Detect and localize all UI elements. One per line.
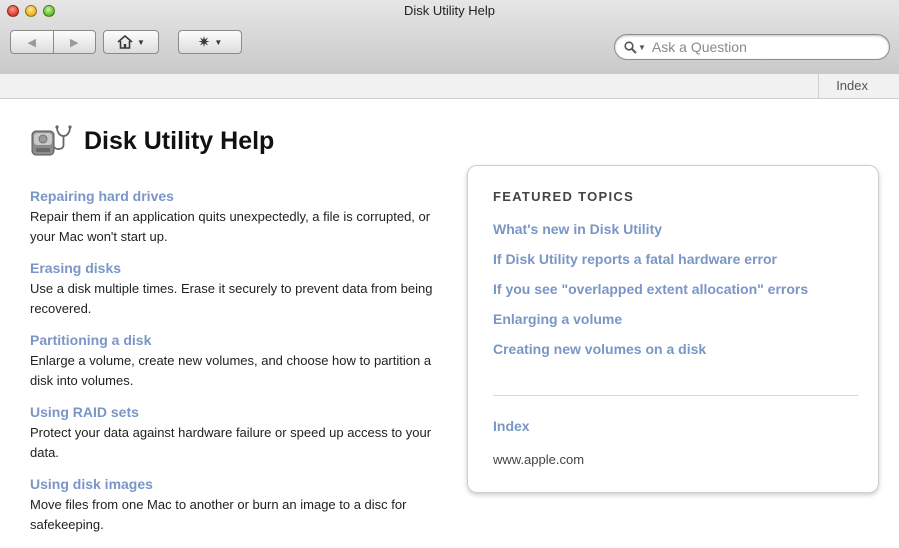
list-item: Repairing hard drives Repair them if an … <box>30 188 455 247</box>
featured-link-creating-volumes[interactable]: Creating new volumes on a disk <box>493 340 863 359</box>
featured-index-link[interactable]: Index <box>493 418 530 434</box>
search-options-icon[interactable]: ▼ <box>638 43 646 52</box>
search-input[interactable] <box>651 39 872 55</box>
home-icon <box>117 35 133 49</box>
topic-link-disk-images[interactable]: Using disk images <box>30 476 455 492</box>
window-toolbar: Disk Utility Help ◀ ▶ ▼ ✷ ▼ ▼ <box>0 0 899 75</box>
index-bar: Index <box>0 74 899 99</box>
home-menu-button[interactable]: ▼ <box>103 30 159 54</box>
list-item: Partitioning a disk Enlarge a volume, cr… <box>30 332 455 391</box>
featured-topics-heading: FEATURED TOPICS <box>493 189 635 204</box>
divider <box>493 395 858 396</box>
back-forward-control: ◀ ▶ <box>10 30 96 54</box>
topic-description: Enlarge a volume, create new volumes, an… <box>30 353 432 388</box>
featured-link-fatal-error[interactable]: If Disk Utility reports a fatal hardware… <box>493 250 863 269</box>
forward-button[interactable]: ▶ <box>54 31 96 53</box>
chevron-down-icon: ▼ <box>137 37 145 47</box>
page-header: Disk Utility Help <box>30 123 274 159</box>
topic-link-repairing[interactable]: Repairing hard drives <box>30 188 455 204</box>
topic-link-erasing[interactable]: Erasing disks <box>30 260 455 276</box>
topic-link-partitioning[interactable]: Partitioning a disk <box>30 332 455 348</box>
search-field[interactable]: ▼ <box>614 34 890 60</box>
back-button[interactable]: ◀ <box>11 31 54 53</box>
list-item: Erasing disks Use a disk multiple times.… <box>30 260 455 319</box>
forward-arrow-icon: ▶ <box>70 36 79 49</box>
featured-link-enlarging-volume[interactable]: Enlarging a volume <box>493 310 863 329</box>
chevron-down-icon: ▼ <box>214 37 223 47</box>
topic-description: Protect your data against hardware failu… <box>30 425 432 460</box>
apple-site-link[interactable]: www.apple.com <box>493 452 584 467</box>
back-arrow-icon: ◀ <box>27 36 36 49</box>
list-item: Using disk images Move files from one Ma… <box>30 476 455 535</box>
topic-description: Move files from one Mac to another or bu… <box>30 497 407 532</box>
topic-description: Repair them if an application quits unex… <box>30 209 431 244</box>
topic-description: Use a disk multiple times. Erase it secu… <box>30 281 433 316</box>
topics-list: Repairing hard drives Repair them if an … <box>30 188 455 548</box>
page-title: Disk Utility Help <box>84 126 275 155</box>
window-title: Disk Utility Help <box>403 3 495 18</box>
topic-link-raid[interactable]: Using RAID sets <box>30 404 455 420</box>
gear-icon: ✷ <box>197 33 211 51</box>
featured-link-overlapped-extent[interactable]: If you see "overlapped extent allocation… <box>493 280 863 299</box>
index-link[interactable]: Index <box>836 78 868 93</box>
featured-topics-panel: FEATURED TOPICS What's new in Disk Utili… <box>467 165 879 493</box>
index-bar-divider <box>818 74 819 98</box>
featured-links-list: What's new in Disk Utility If Disk Utili… <box>493 220 863 370</box>
featured-link-whats-new[interactable]: What's new in Disk Utility <box>493 220 863 239</box>
search-icon <box>624 40 637 54</box>
disk-utility-stethoscope-icon <box>31 125 72 156</box>
action-menu-button[interactable]: ✷ ▼ <box>178 30 242 54</box>
list-item: Using RAID sets Protect your data agains… <box>30 404 455 463</box>
